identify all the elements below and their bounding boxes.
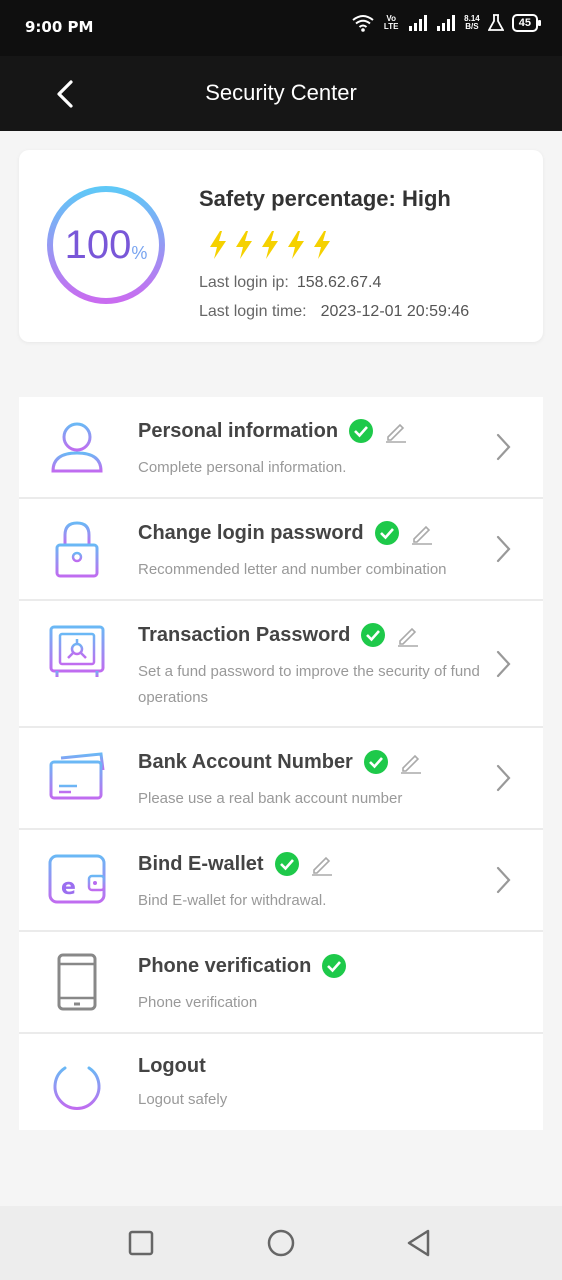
check-circle-icon (374, 521, 399, 545)
security-summary-card: 100 % Safety percentage: High Last login… (19, 150, 543, 342)
menu-item-bind-e-wallet[interactable]: e Bind E-wallet Bind E-wallet for withdr… (19, 830, 543, 932)
safety-score-unit: % (131, 242, 148, 263)
safety-score-value: 100 (64, 222, 132, 267)
svg-text:e: e (61, 875, 76, 900)
security-menu: Personal information Complete personal i… (19, 397, 543, 1130)
chevron-right-icon (496, 764, 511, 792)
network-speed: 8.14 B/S (464, 15, 480, 31)
volte-indicator: Vo LTE (383, 14, 399, 31)
app-header: Security Center (0, 56, 562, 131)
item-title: Bank Account Number (138, 750, 353, 773)
bank-card-icon (49, 752, 105, 800)
item-subtitle: Set a fund password to improve the secur… (138, 663, 480, 706)
chevron-right-icon (496, 535, 511, 563)
check-circle-icon (274, 852, 299, 876)
item-subtitle: Please use a real bank account number (138, 790, 403, 807)
back-nav-button[interactable] (404, 1228, 434, 1258)
last-login-ip-value: 158.62.67.4 (296, 274, 382, 291)
safety-rating (207, 230, 333, 260)
item-title-row: Personal information (138, 418, 408, 444)
item-title-row: Transaction Password (138, 622, 420, 648)
last-login-ip: Last login ip: 158.62.67.4 (199, 274, 381, 292)
menu-item-personal-information[interactable]: Personal information Complete personal i… (19, 397, 543, 499)
lightning-icon (288, 231, 304, 259)
menu-item-transaction-password[interactable]: Transaction Password Set a fund password… (19, 601, 543, 728)
pencil-icon[interactable] (399, 750, 423, 774)
last-login-time: Last login time: 2023-12-01 20:59:46 (199, 303, 469, 321)
item-subtitle: Logout safely (138, 1091, 228, 1108)
item-title-row: Bank Account Number (138, 749, 423, 775)
item-subtitle: Phone verification (138, 994, 258, 1011)
page-title: Security Center (205, 80, 357, 105)
last-login-ip-label: Last login ip: (199, 274, 289, 291)
menu-item-logout[interactable]: Logout Logout safely (19, 1034, 543, 1130)
menu-item-change-login-password[interactable]: Change login password Recommended letter… (19, 499, 543, 601)
flask-icon (487, 14, 504, 31)
item-title-row: Phone verification (138, 953, 347, 979)
lightning-icon (210, 231, 226, 259)
status-time: 9:00 PM (25, 18, 94, 36)
status-icons: Vo LTE 8.14 B/S 45 (352, 14, 542, 32)
battery-indicator: 45 (511, 14, 542, 32)
item-title: Personal information (138, 419, 339, 442)
safe-icon (49, 625, 105, 677)
item-title: Logout (138, 1055, 206, 1077)
chevron-right-icon (496, 650, 511, 678)
item-title: Change login password (138, 521, 364, 544)
network-speed-unit: B/S (465, 22, 479, 31)
check-circle-icon (363, 750, 388, 774)
lightning-icon (236, 231, 252, 259)
pencil-icon[interactable] (410, 521, 434, 545)
lightning-icon (262, 231, 278, 259)
item-title-row: Bind E-wallet (138, 851, 334, 877)
chevron-right-icon (496, 866, 511, 894)
wallet-icon: e (48, 854, 106, 904)
chevron-right-icon (496, 433, 511, 461)
recents-button[interactable] (126, 1228, 156, 1258)
status-bar: 9:00 PM Vo LTE 8.14 B/S 45 (0, 0, 562, 56)
last-login-time-label: Last login time: (199, 303, 307, 320)
safety-score: 100 % (45, 184, 167, 306)
phone-icon (57, 953, 97, 1011)
pencil-icon[interactable] (384, 419, 408, 443)
wifi-icon (352, 15, 374, 32)
item-title: Transaction Password (138, 623, 351, 646)
safety-level: Safety percentage: High (199, 186, 451, 211)
lightning-icon (314, 231, 330, 259)
item-subtitle: Bind E-wallet for withdrawal. (138, 892, 327, 909)
pencil-icon[interactable] (396, 623, 420, 647)
menu-item-bank-account-number[interactable]: Bank Account Number Please use a real ba… (19, 728, 543, 830)
item-subtitle: Recommended letter and number combinatio… (138, 561, 447, 578)
check-circle-icon (361, 623, 386, 647)
item-subtitle: Complete personal information. (138, 459, 347, 476)
item-title-row: Change login password (138, 520, 434, 546)
last-login-time-value: 2023-12-01 20:59:46 (320, 303, 470, 320)
check-circle-icon (322, 954, 347, 978)
lock-icon (55, 521, 99, 578)
system-nav-bar (0, 1206, 562, 1280)
check-circle-icon (349, 419, 374, 443)
home-button[interactable] (266, 1228, 296, 1258)
power-icon (53, 1056, 101, 1110)
user-icon (51, 422, 103, 473)
item-title-row: Logout (138, 1055, 206, 1078)
menu-item-phone-verification[interactable]: Phone verification Phone verification (19, 932, 543, 1034)
pencil-icon[interactable] (310, 852, 334, 876)
item-title: Phone verification (138, 954, 312, 977)
item-title: Bind E-wallet (138, 852, 264, 875)
signal-icon-2 (437, 15, 456, 31)
signal-icon (409, 15, 428, 31)
